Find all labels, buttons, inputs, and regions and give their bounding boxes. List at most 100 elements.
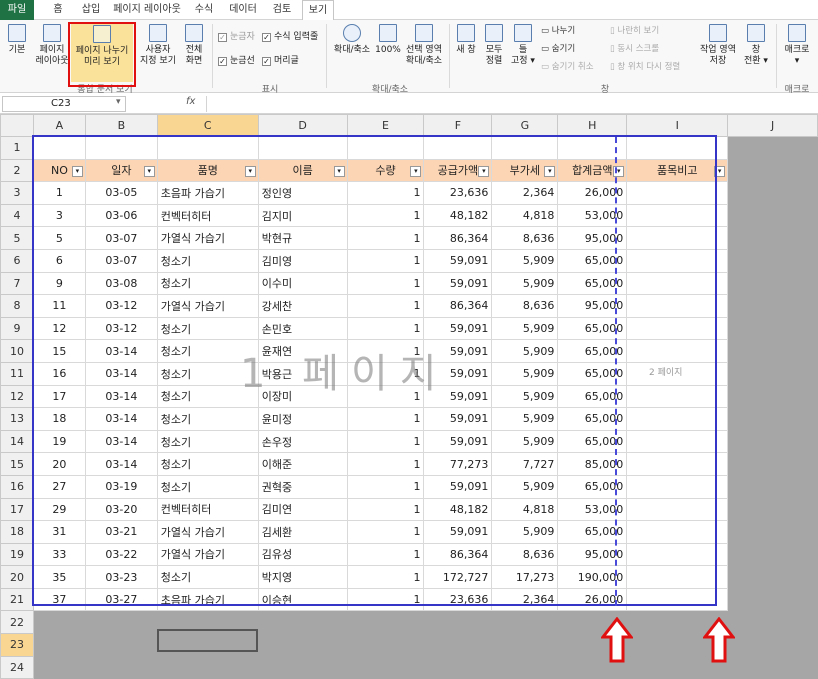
cell[interactable]: 1 bbox=[346, 429, 425, 454]
cell[interactable]: 26,000 bbox=[557, 587, 628, 612]
cell[interactable]: 5,909 bbox=[491, 520, 559, 544]
cell[interactable] bbox=[423, 136, 493, 160]
cell[interactable]: 4,818 bbox=[491, 497, 559, 522]
cell[interactable]: 65,000 bbox=[557, 248, 628, 273]
cell[interactable]: 5,909 bbox=[491, 384, 559, 409]
cell[interactable]: 1 bbox=[346, 316, 425, 341]
cell[interactable]: 컨벡터히터 bbox=[156, 203, 259, 228]
cell[interactable]: 03-14 bbox=[84, 361, 158, 386]
cell[interactable]: 1 bbox=[346, 452, 425, 476]
filter-dropdown-icon[interactable]: ▾ bbox=[333, 165, 345, 177]
cell[interactable]: 박지영 bbox=[257, 565, 348, 589]
row-header[interactable]: 21 bbox=[0, 587, 34, 612]
cell-outside-print-area[interactable] bbox=[156, 655, 259, 679]
row-header[interactable]: 7 bbox=[0, 271, 34, 296]
cell[interactable]: 청소기 bbox=[156, 384, 259, 409]
cell[interactable]: 이수미 bbox=[257, 271, 348, 296]
cell[interactable] bbox=[257, 136, 348, 160]
row-header[interactable]: 2 bbox=[0, 158, 34, 183]
cell[interactable] bbox=[626, 497, 729, 522]
cell[interactable]: 5,909 bbox=[491, 429, 559, 454]
filter-dropdown-icon[interactable]: ▾ bbox=[410, 165, 422, 177]
cell[interactable]: 5,909 bbox=[491, 407, 559, 431]
cell[interactable] bbox=[626, 520, 729, 544]
cell-outside-print-area[interactable] bbox=[727, 565, 818, 589]
cell[interactable]: 86,364 bbox=[423, 226, 493, 250]
cell-outside-print-area[interactable] bbox=[727, 610, 818, 635]
cell[interactable]: 강세찬 bbox=[257, 294, 348, 318]
cell[interactable]: 65,000 bbox=[557, 271, 628, 296]
cell[interactable]: 37 bbox=[32, 587, 86, 612]
cell[interactable]: 이장미 bbox=[257, 384, 348, 409]
cell[interactable]: 김유성 bbox=[257, 542, 348, 567]
cell[interactable]: 26,000 bbox=[557, 181, 628, 205]
cell[interactable]: 65,000 bbox=[557, 316, 628, 341]
cell[interactable]: 20 bbox=[32, 452, 86, 476]
cell[interactable]: 윤재연 bbox=[257, 339, 348, 363]
column-header-cell[interactable]: NO ▾ bbox=[32, 158, 86, 183]
cell[interactable]: 1 bbox=[346, 271, 425, 296]
ruler-checkbox[interactable]: ✓ 눈금자 bbox=[218, 32, 255, 43]
cell-outside-print-area[interactable] bbox=[727, 542, 818, 567]
cell[interactable]: 5,909 bbox=[491, 474, 559, 499]
cell[interactable]: 190,000 bbox=[557, 565, 628, 589]
row-header[interactable]: 19 bbox=[0, 542, 34, 567]
cell-outside-print-area[interactable] bbox=[727, 158, 818, 183]
cell[interactable]: 이승현 bbox=[257, 587, 348, 612]
cell[interactable]: 이해준 bbox=[257, 452, 348, 476]
cell[interactable]: 청소기 bbox=[156, 407, 259, 431]
row-header[interactable]: 10 bbox=[0, 339, 34, 363]
cell[interactable]: 33 bbox=[32, 542, 86, 567]
cell[interactable]: 컨벡터히터 bbox=[156, 497, 259, 522]
tab-formulas[interactable]: 수식 bbox=[190, 0, 218, 20]
name-box-dropdown-icon[interactable]: ▾ bbox=[116, 97, 121, 107]
cell-outside-print-area[interactable] bbox=[727, 520, 818, 544]
column-header-cell[interactable]: 합계금액 ▾ bbox=[557, 158, 628, 183]
cell[interactable] bbox=[626, 339, 729, 363]
cell-outside-print-area[interactable] bbox=[727, 203, 818, 228]
cell[interactable]: 48,182 bbox=[423, 203, 493, 228]
cell[interactable]: 가열식 가습기 bbox=[156, 520, 259, 544]
unhide-button[interactable]: ▭ 숨기기 취소 bbox=[541, 62, 594, 73]
cell[interactable]: 1 bbox=[346, 407, 425, 431]
cell[interactable]: 03-22 bbox=[84, 542, 158, 567]
cell[interactable]: 03-12 bbox=[84, 316, 158, 341]
cell[interactable] bbox=[626, 452, 729, 476]
save-workspace-button[interactable]: 작업 영역 저장 bbox=[698, 24, 738, 67]
headings-checkbox[interactable]: ✓ 머리글 bbox=[262, 56, 299, 67]
column-header-cell[interactable]: 일자 ▾ bbox=[84, 158, 158, 183]
cell[interactable]: 1 bbox=[346, 565, 425, 589]
cell[interactable]: 59,091 bbox=[423, 271, 493, 296]
cell[interactable]: 03-14 bbox=[84, 384, 158, 409]
cell[interactable]: 8,636 bbox=[491, 294, 559, 318]
cell[interactable]: 03-12 bbox=[84, 294, 158, 318]
column-header-h[interactable]: H bbox=[557, 114, 628, 137]
normal-view-button[interactable]: 기본 bbox=[4, 24, 30, 56]
cell-outside-print-area[interactable] bbox=[727, 294, 818, 318]
cell-outside-print-area[interactable] bbox=[32, 655, 86, 679]
cell[interactable] bbox=[626, 294, 729, 318]
cell[interactable]: 86,364 bbox=[423, 542, 493, 567]
cell[interactable]: 1 bbox=[346, 520, 425, 544]
cell-outside-print-area[interactable] bbox=[346, 633, 425, 657]
cell[interactable]: 53,000 bbox=[557, 203, 628, 228]
row-header[interactable]: 16 bbox=[0, 474, 34, 499]
cell[interactable]: 가열식 가습기 bbox=[156, 542, 259, 567]
column-header-cell[interactable]: 수량 ▾ bbox=[346, 158, 425, 183]
cell[interactable]: 03-06 bbox=[84, 203, 158, 228]
tab-page-layout[interactable]: 페이지 레이아웃 bbox=[110, 0, 184, 20]
cell[interactable]: 김미영 bbox=[257, 248, 348, 273]
cell[interactable]: 29 bbox=[32, 497, 86, 522]
cell[interactable] bbox=[626, 542, 729, 567]
cell[interactable]: 03-27 bbox=[84, 587, 158, 612]
cell[interactable]: 손우정 bbox=[257, 429, 348, 454]
cell[interactable]: 6 bbox=[32, 248, 86, 273]
cell[interactable]: 15 bbox=[32, 339, 86, 363]
cell[interactable]: 86,364 bbox=[423, 294, 493, 318]
cell[interactable]: 95,000 bbox=[557, 294, 628, 318]
column-header-cell[interactable]: 공급가액 ▾ bbox=[423, 158, 493, 183]
cell-outside-print-area[interactable] bbox=[84, 633, 158, 657]
cell[interactable]: 48,182 bbox=[423, 497, 493, 522]
cell-outside-print-area[interactable] bbox=[727, 655, 818, 679]
column-header-cell[interactable]: 품명 ▾ bbox=[156, 158, 259, 183]
